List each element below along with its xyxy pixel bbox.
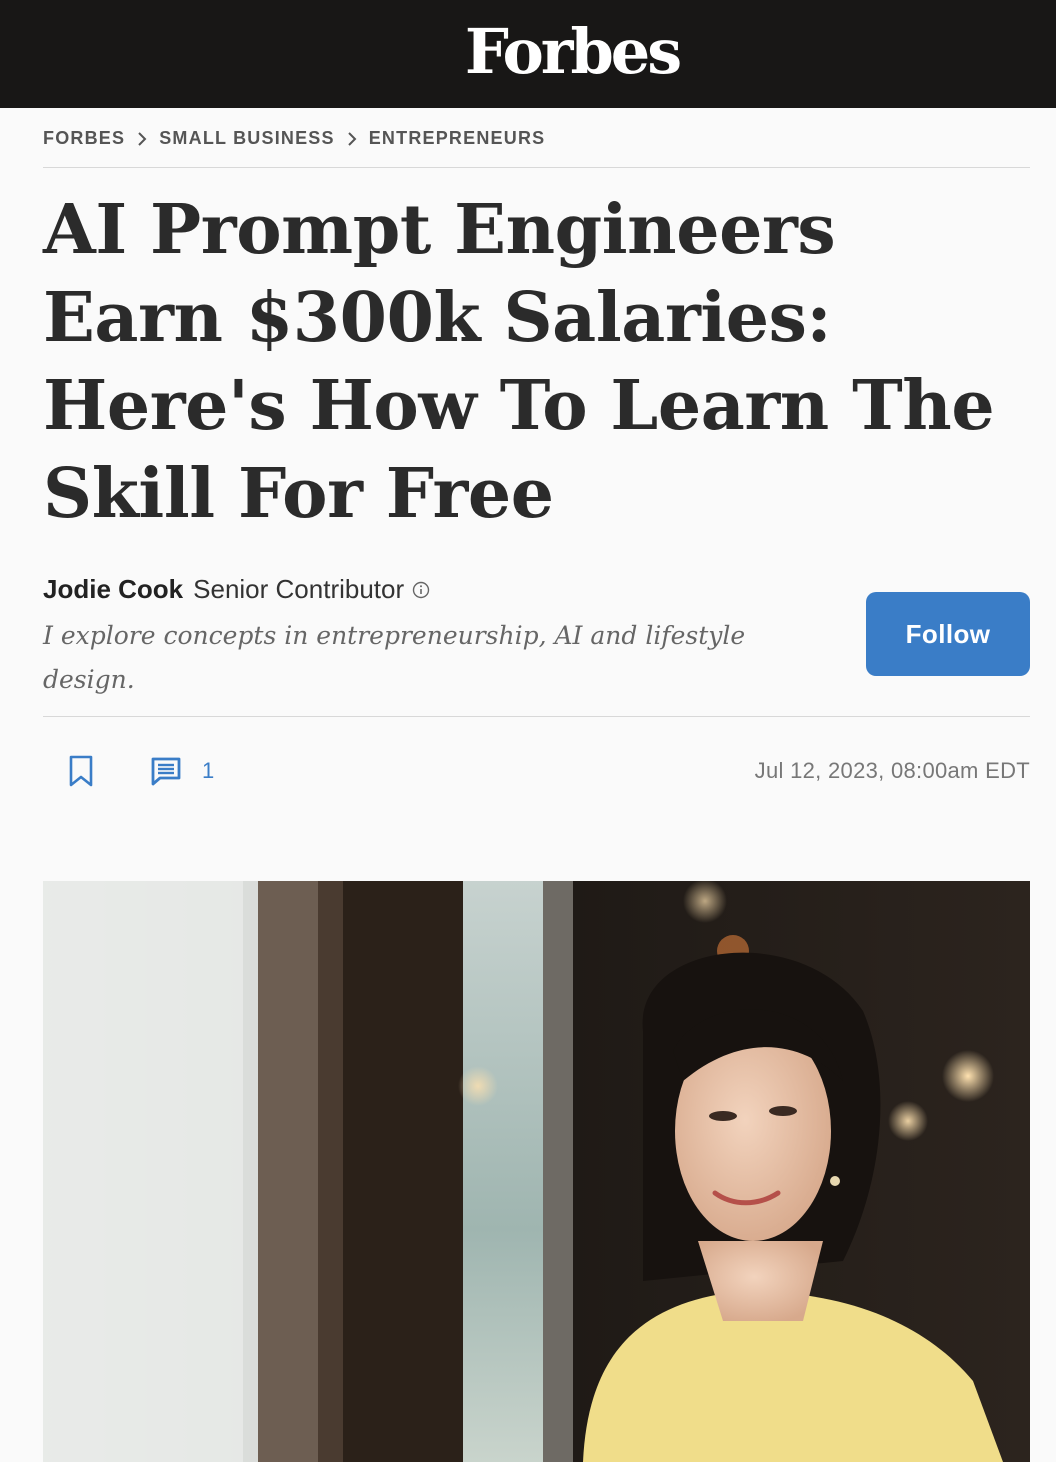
- publish-date: Jul 12, 2023, 08:00am EDT: [754, 758, 1030, 783]
- breadcrumb: FORBES SMALL BUSINESS ENTREPRENEURS: [43, 128, 545, 149]
- breadcrumb-item-entrepreneurs[interactable]: ENTREPRENEURS: [369, 128, 546, 149]
- follow-button[interactable]: Follow: [866, 592, 1030, 676]
- author-name[interactable]: Jodie Cook: [43, 574, 183, 605]
- author-byline: Jodie Cook Senior Contributor: [43, 574, 430, 605]
- hero-image: [43, 881, 1030, 1462]
- breadcrumb-item-small-business[interactable]: SMALL BUSINESS: [159, 128, 335, 149]
- divider: [43, 716, 1030, 717]
- hero-photo-woman: [43, 881, 1030, 1462]
- bookmark-icon[interactable]: [66, 754, 96, 788]
- chevron-right-icon: [348, 131, 357, 146]
- author-bio: I explore concepts in entrepreneurship, …: [43, 621, 746, 694]
- site-header: Forbes: [0, 0, 1056, 108]
- divider: [43, 167, 1030, 168]
- article-actions: 1: [66, 754, 214, 788]
- author-role: Senior Contributor: [193, 574, 405, 604]
- forbes-logo[interactable]: Forbes: [465, 15, 682, 88]
- comment-icon[interactable]: [150, 756, 184, 786]
- breadcrumb-item-forbes[interactable]: FORBES: [43, 128, 125, 149]
- info-icon[interactable]: [412, 581, 430, 599]
- chevron-right-icon: [138, 131, 147, 146]
- comment-count[interactable]: 1: [202, 758, 214, 784]
- article-headline: AI Prompt Engineers Earn $300k Salaries:…: [43, 190, 995, 534]
